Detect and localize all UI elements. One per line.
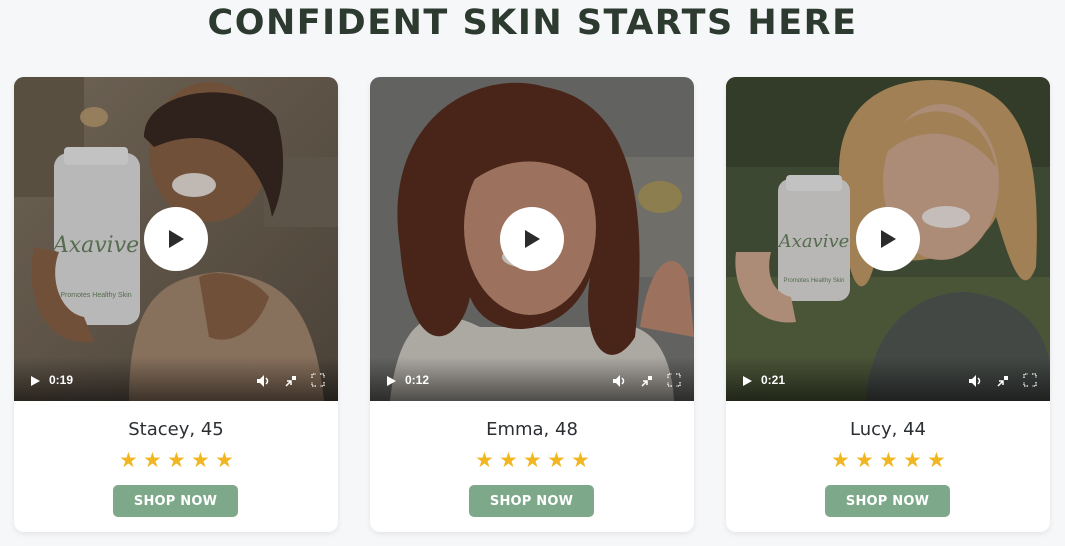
play-icon (169, 230, 184, 248)
video-player[interactable]: Axavive Promotes Healthy Skin 0:19 (14, 77, 338, 401)
play-icon[interactable] (386, 375, 397, 387)
star-icon: ★ (191, 448, 210, 472)
video-player[interactable]: Axavive Promotes Healthy Skin 0:21 (726, 77, 1050, 401)
star-icon: ★ (475, 448, 494, 472)
volume-icon[interactable] (256, 374, 270, 388)
star-icon: ★ (499, 448, 518, 472)
star-rating: ★ ★ ★ ★ ★ (370, 448, 694, 472)
star-icon: ★ (523, 448, 542, 472)
fullscreen-icon[interactable] (1023, 373, 1037, 387)
fullscreen-icon[interactable] (667, 373, 681, 387)
play-icon (881, 230, 896, 248)
star-icon: ★ (927, 448, 946, 472)
play-icon (525, 230, 540, 248)
star-icon: ★ (855, 448, 874, 472)
volume-icon[interactable] (612, 374, 626, 388)
play-button[interactable] (500, 207, 564, 271)
video-time: 0:21 (761, 373, 786, 387)
star-icon: ★ (167, 448, 186, 472)
star-icon: ★ (143, 448, 162, 472)
play-icon[interactable] (742, 375, 753, 387)
picture-in-picture-icon[interactable] (996, 374, 1010, 388)
testimonial-name: Emma, 48 (486, 419, 578, 440)
star-icon: ★ (215, 448, 234, 472)
testimonial-card: Axavive Promotes Healthy Skin 0:21 Lucy,… (726, 77, 1050, 532)
volume-icon[interactable] (968, 374, 982, 388)
shop-now-button[interactable]: SHOP NOW (469, 485, 594, 517)
testimonial-card: Axavive Promotes Healthy Skin 0:19 Stace… (14, 77, 338, 532)
fullscreen-icon[interactable] (311, 373, 325, 387)
play-button[interactable] (144, 207, 208, 271)
picture-in-picture-icon[interactable] (640, 374, 654, 388)
video-time: 0:12 (405, 373, 430, 387)
star-icon: ★ (903, 448, 922, 472)
shop-now-button[interactable]: SHOP NOW (113, 485, 238, 517)
shop-now-button[interactable]: SHOP NOW (825, 485, 950, 517)
star-icon: ★ (571, 448, 590, 472)
testimonial-name: Stacey, 45 (128, 419, 224, 440)
star-icon: ★ (119, 448, 138, 472)
section-heading: CONFIDENT SKIN STARTS HERE (207, 3, 858, 43)
video-time: 0:19 (49, 373, 74, 387)
play-icon[interactable] (30, 375, 41, 387)
star-rating: ★ ★ ★ ★ ★ (14, 448, 338, 472)
star-icon: ★ (547, 448, 566, 472)
video-player[interactable]: 0:12 (370, 77, 694, 401)
star-rating: ★ ★ ★ ★ ★ (726, 448, 1050, 472)
play-button[interactable] (856, 207, 920, 271)
star-icon: ★ (831, 448, 850, 472)
picture-in-picture-icon[interactable] (284, 374, 298, 388)
testimonial-name: Lucy, 44 (849, 419, 927, 440)
testimonial-card: 0:12 Emma, 48 ★ ★ ★ ★ ★ SHOP NOW (370, 77, 694, 532)
testimonials-section: CONFIDENT SKIN STARTS HERE 0:19 Stacey, … (0, 0, 1065, 546)
star-icon: ★ (879, 448, 898, 472)
